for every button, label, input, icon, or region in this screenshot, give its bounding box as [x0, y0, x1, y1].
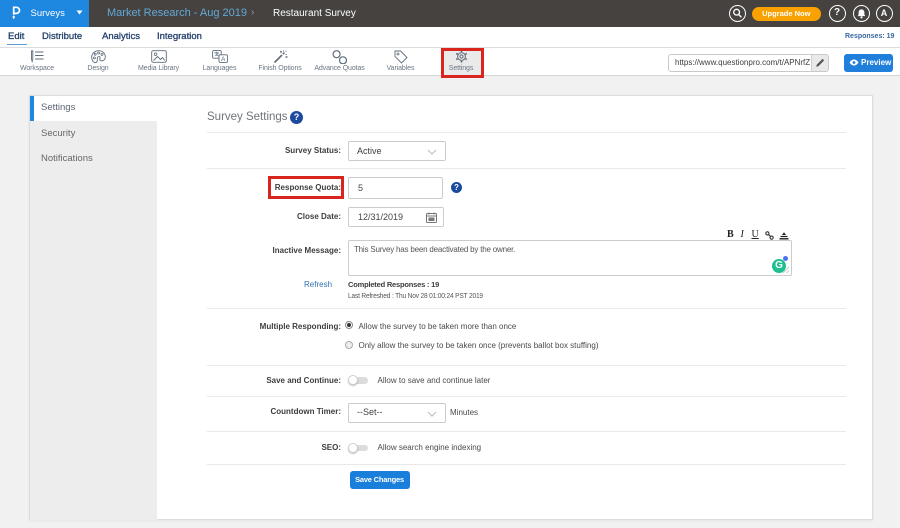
svg-text:A: A	[221, 56, 226, 63]
